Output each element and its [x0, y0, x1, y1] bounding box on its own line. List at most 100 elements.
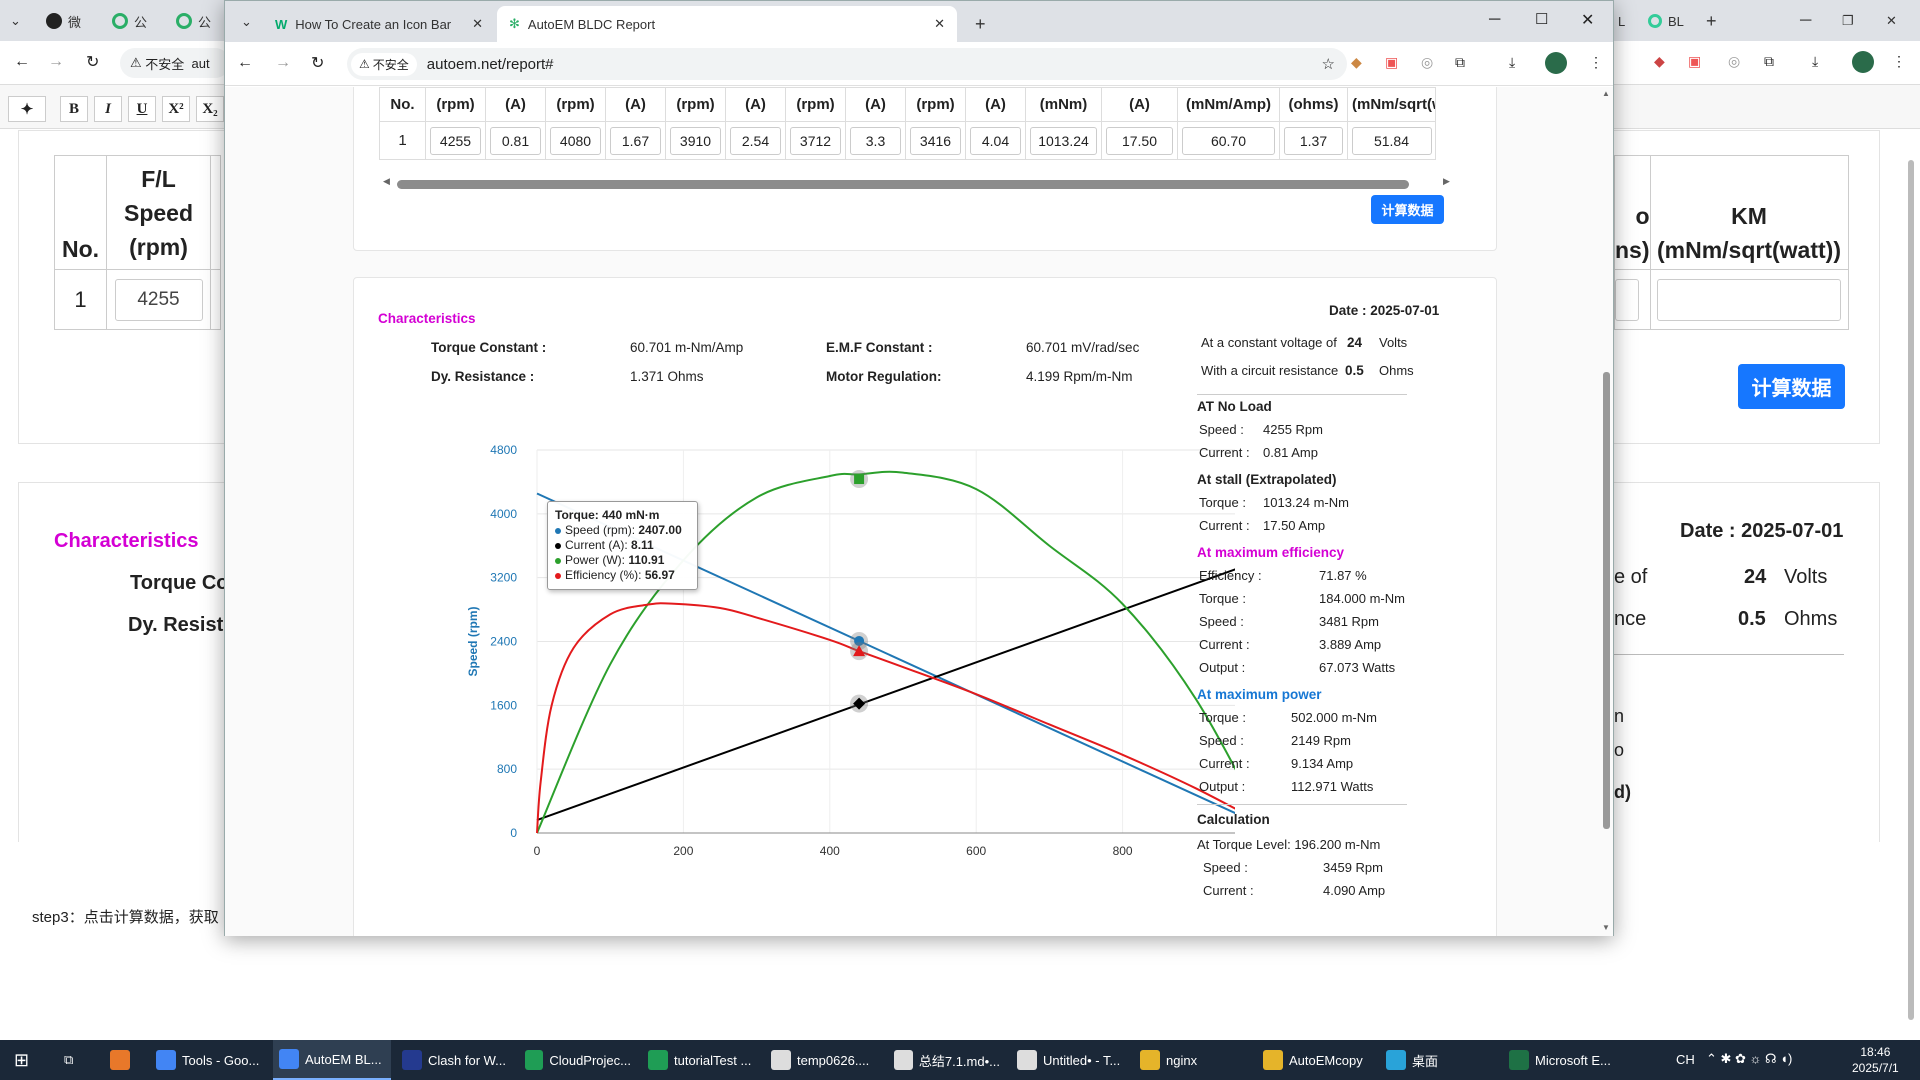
task-view-button[interactable]: ⧉ — [58, 1040, 79, 1080]
subscript-button[interactable]: X₂ — [196, 96, 224, 122]
taskbar-app[interactable]: temp0626.... — [765, 1040, 883, 1080]
taskbar-app[interactable]: AutoEM BL... — [273, 1040, 391, 1080]
taskbar-app[interactable]: Tools - Goo... — [150, 1040, 268, 1080]
value-input[interactable] — [1615, 278, 1639, 321]
value-input[interactable]: 1013.24 — [1030, 126, 1097, 155]
reload-icon[interactable]: ↻ — [311, 53, 324, 73]
value-input[interactable]: 3.3 — [850, 126, 901, 155]
tray-icons[interactable]: ⌃ ✱ ✿ ☼ ☊ ◖) — [1706, 1051, 1792, 1067]
minimize-button[interactable]: ─ — [1800, 8, 1811, 34]
taskbar-app[interactable]: 桌面 — [1380, 1040, 1498, 1080]
vertical-scrollbar-thumb[interactable] — [1603, 372, 1610, 829]
security-chip[interactable]: ⚠ 不安全 — [351, 52, 417, 76]
close-button[interactable]: ✕ — [1886, 8, 1897, 34]
power-marker[interactable] — [854, 474, 865, 485]
scroll-up-icon[interactable]: ▲ — [1602, 89, 1610, 98]
scroll-right-icon[interactable]: ▶ — [1443, 176, 1450, 187]
scroll-down-icon[interactable]: ▼ — [1602, 923, 1610, 932]
security-chip[interactable]: 不安全 — [145, 54, 184, 73]
underline-button[interactable]: U — [128, 96, 156, 122]
forward-icon[interactable]: → — [275, 54, 291, 72]
tab-autoem-report[interactable]: ✻ AutoEM BLDC Report ✕ — [497, 6, 957, 42]
value-input[interactable]: 17.50 — [1106, 126, 1173, 155]
start-button[interactable]: ⊞ — [8, 1040, 35, 1080]
extensions-puzzle-icon[interactable]: ⧉ — [1455, 54, 1465, 71]
column-header: No. — [379, 87, 426, 122]
taskbar-app[interactable]: AutoEMcopy — [1257, 1040, 1375, 1080]
tab-list-button[interactable]: ⌄ — [10, 8, 21, 34]
background-tab-right-2[interactable]: BL — [1648, 8, 1684, 34]
taskbar-app[interactable]: 总结7.1.md•... — [888, 1040, 1006, 1080]
bold-button[interactable]: B — [60, 96, 88, 122]
menu-icon[interactable]: ⋮ — [1589, 54, 1603, 71]
avatar[interactable] — [1852, 51, 1874, 73]
browser-window: ⌄ W How To Create an Icon Bar ✕ ✻ AutoEM… — [224, 0, 1614, 936]
page-scrollbar[interactable] — [1908, 160, 1914, 1020]
superscript-button[interactable]: X² — [162, 96, 190, 122]
back-icon[interactable]: ← — [237, 54, 253, 72]
calc-button-background[interactable]: 计算数据 — [1738, 364, 1845, 409]
new-tab-button[interactable]: + — [963, 6, 998, 42]
value-input[interactable]: 1.67 — [610, 126, 661, 155]
new-tab-button[interactable]: + — [1706, 8, 1717, 34]
series-line-efficiency[interactable] — [536, 602, 1235, 834]
km-input[interactable] — [1657, 278, 1841, 321]
background-tab-2[interactable]: 公 — [112, 8, 147, 34]
close-window-button[interactable]: ✕ — [1581, 10, 1594, 30]
taskbar-app[interactable]: CloudProjec... — [519, 1040, 637, 1080]
scroll-left-icon[interactable]: ◀ — [383, 176, 390, 187]
extension-icon[interactable]: ◆ — [1351, 54, 1362, 71]
value-input[interactable]: 3910 — [670, 126, 721, 155]
restore-button[interactable]: ❐ — [1842, 8, 1854, 34]
close-tab-icon[interactable]: ✕ — [472, 16, 483, 32]
value-input[interactable]: 3712 — [790, 126, 841, 155]
value-input[interactable]: 4.04 — [970, 126, 1021, 155]
italic-button[interactable]: I — [94, 96, 122, 122]
tab-title: AutoEM BLDC Report — [527, 16, 656, 32]
extension-icon[interactable]: ◎ — [1421, 54, 1433, 71]
background-tab-right-1[interactable]: L — [1618, 8, 1625, 34]
extension-icon[interactable]: ◎ — [1728, 53, 1740, 70]
taskbar-app-label: CloudProjec... — [549, 1052, 631, 1068]
avatar[interactable] — [1545, 52, 1567, 74]
speed-input[interactable]: 4255 — [114, 278, 203, 321]
reload-icon[interactable]: ↻ — [86, 52, 99, 72]
minimize-button[interactable]: ─ — [1489, 11, 1500, 29]
value-input[interactable]: 2.54 — [730, 126, 781, 155]
value-input[interactable]: 3416 — [910, 126, 961, 155]
taskbar-app[interactable]: tutorialTest ... — [642, 1040, 760, 1080]
app-icon — [1386, 1050, 1406, 1070]
forward-icon[interactable]: → — [48, 53, 64, 71]
motor-characteristics-chart[interactable]: 0200400600800100008001600240032004000480… — [385, 427, 1235, 867]
extensions-puzzle-icon[interactable]: ⧉ — [1764, 53, 1774, 70]
tab-list-button[interactable]: ⌄ — [229, 9, 264, 35]
series-line-current[interactable] — [536, 554, 1235, 822]
extension-icon[interactable]: ▣ — [1385, 54, 1398, 71]
address-field[interactable]: ⚠ 不安全 aut — [120, 48, 230, 78]
download-icon[interactable]: ⤓ — [1509, 54, 1515, 71]
close-tab-icon[interactable]: ✕ — [934, 16, 945, 32]
background-tab-1[interactable]: 微 — [46, 8, 81, 34]
input-language[interactable]: CH — [1676, 1052, 1695, 1067]
tab-icon-bar[interactable]: W How To Create an Icon Bar ✕ — [263, 6, 495, 42]
value-input[interactable]: 0.81 — [490, 126, 541, 155]
background-tab-3[interactable]: 公 — [176, 8, 211, 34]
value-input[interactable]: 4080 — [550, 126, 601, 155]
app-button[interactable] — [104, 1040, 136, 1080]
clock[interactable]: 18:46 2025/7/1 — [1852, 1044, 1899, 1076]
taskbar-app[interactable]: nginx — [1134, 1040, 1252, 1080]
extension-icon[interactable]: ◆ — [1654, 53, 1665, 70]
maximize-button[interactable]: ☐ — [1535, 10, 1548, 28]
taskbar-app[interactable]: Clash for W... — [396, 1040, 514, 1080]
value-input[interactable]: 4255 — [430, 126, 481, 155]
extension-icon[interactable]: ▣ — [1688, 53, 1701, 70]
site-icon — [1648, 14, 1662, 28]
url-field[interactable]: ⚠ 不安全 autoem.net/report# ☆ — [347, 48, 1347, 80]
bookmark-star-icon[interactable]: ☆ — [1322, 55, 1335, 73]
taskbar-app[interactable]: Untitled• - T... — [1011, 1040, 1129, 1080]
back-icon[interactable]: ← — [14, 53, 30, 71]
menu-icon[interactable]: ⋮ — [1892, 53, 1906, 70]
download-icon[interactable]: ⤓ — [1812, 53, 1818, 70]
magic-wand-button[interactable]: ✦ — [8, 96, 46, 122]
taskbar-app[interactable]: Microsoft E... — [1503, 1040, 1621, 1080]
